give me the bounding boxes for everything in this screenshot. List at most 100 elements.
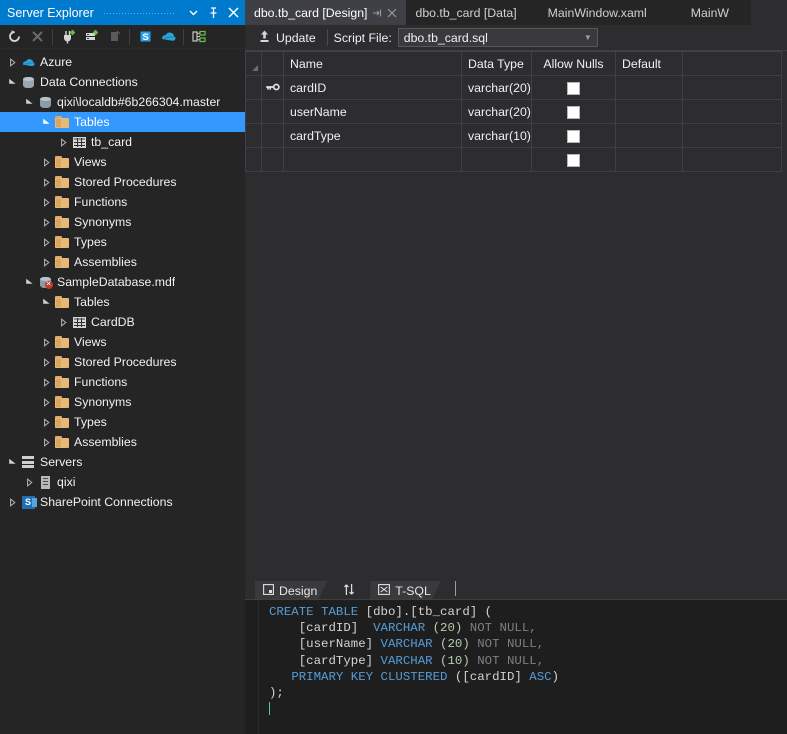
tree-node[interactable]: Types	[0, 232, 245, 252]
grid-row[interactable]: cardID varchar(20)	[245, 75, 782, 100]
tree-twisty-collapsed-icon[interactable]	[40, 172, 53, 192]
tree-node[interactable]: Views	[0, 152, 245, 172]
grid-corner-cell[interactable]	[245, 51, 262, 76]
pin-tab-icon[interactable]	[372, 8, 382, 18]
tsql-editor-pane[interactable]: CREATE TABLE [dbo].[tb_card] ( [cardID] …	[245, 600, 787, 734]
tree-node[interactable]: Assemblies	[0, 252, 245, 272]
tree-node[interactable]: Stored Procedures	[0, 172, 245, 192]
tree-twisty-collapsed-icon[interactable]	[40, 372, 53, 392]
tree-twisty-collapsed-icon[interactable]	[6, 52, 19, 72]
tree-twisty-expanded-icon[interactable]	[40, 292, 53, 312]
allow-nulls-checkbox[interactable]	[567, 129, 580, 143]
grid-row-selector[interactable]	[245, 147, 262, 172]
allow-nulls-checkbox[interactable]	[567, 153, 580, 167]
grid-cell-default[interactable]	[615, 75, 683, 100]
tree-node[interactable]: Data Connections	[0, 72, 245, 92]
tree-node[interactable]: Tables	[0, 292, 245, 312]
tree-node[interactable]: qixi\localdb#6b266304.master	[0, 92, 245, 112]
tree-twisty-collapsed-icon[interactable]	[57, 312, 70, 332]
tree-twisty-expanded-icon[interactable]	[6, 452, 19, 472]
close-icon[interactable]	[225, 4, 241, 22]
tree-node[interactable]: Types	[0, 412, 245, 432]
grid-cell-allow-nulls[interactable]	[531, 147, 616, 172]
grid-cell-name[interactable]: cardID	[283, 75, 462, 100]
document-tab[interactable]: dbo.tb_card [Design]	[245, 0, 407, 25]
tree-node[interactable]: CardDB	[0, 312, 245, 332]
tree-twisty-collapsed-icon[interactable]	[40, 212, 53, 232]
tree-twisty-collapsed-icon[interactable]	[40, 152, 53, 172]
grid-cell-default[interactable]	[615, 123, 683, 148]
grid-cell-allow-nulls[interactable]	[531, 99, 616, 124]
tree-node[interactable]: Views	[0, 332, 245, 352]
tree-node[interactable]: S SharePoint Connections	[0, 492, 245, 512]
grid-row[interactable]	[245, 147, 782, 172]
tree-twisty-collapsed-icon[interactable]	[40, 352, 53, 372]
sharepoint-connection-button[interactable]: S	[134, 26, 156, 47]
grid-cell-allow-nulls[interactable]	[531, 75, 616, 100]
tree-twisty-collapsed-icon[interactable]	[40, 412, 53, 432]
tree-twisty-expanded-icon[interactable]	[6, 72, 19, 92]
allow-nulls-checkbox[interactable]	[567, 81, 580, 95]
document-tab[interactable]: MainW	[668, 0, 752, 25]
grid-cell-name[interactable]: userName	[283, 99, 462, 124]
tree-node[interactable]: Stored Procedures	[0, 352, 245, 372]
tree-twisty-collapsed-icon[interactable]	[40, 392, 53, 412]
tree-node[interactable]: Tables	[0, 112, 245, 132]
grid-row-selector[interactable]	[245, 123, 262, 148]
tree-node[interactable]: Functions	[0, 372, 245, 392]
tree-node[interactable]: Synonyms	[0, 212, 245, 232]
tree-node[interactable]: Servers	[0, 452, 245, 472]
tree-node[interactable]: Assemblies	[0, 432, 245, 452]
columns-grid[interactable]: Name Data Type Allow Nulls Default cardID var…	[245, 51, 782, 172]
add-server-button[interactable]	[80, 26, 102, 47]
tree-twisty-collapsed-icon[interactable]	[6, 492, 19, 512]
tree-node[interactable]: ✕ SampleDatabase.mdf	[0, 272, 245, 292]
object-hierarchy-button[interactable]	[188, 26, 210, 47]
tsql-code[interactable]: CREATE TABLE [dbo].[tb_card] ( [cardID] …	[259, 600, 787, 734]
grid-cell-datatype[interactable]: varchar(20)	[461, 75, 532, 100]
tree-twisty-collapsed-icon[interactable]	[40, 252, 53, 272]
tree-twisty-collapsed-icon[interactable]	[40, 192, 53, 212]
grid-cell-name[interactable]: cardType	[283, 123, 462, 148]
tree-twisty-expanded-icon[interactable]	[40, 112, 53, 132]
grid-cell-datatype[interactable]	[461, 147, 532, 172]
script-file-dropdown[interactable]: dbo.tb_card.sql ▼	[397, 28, 598, 47]
tree-twisty-collapsed-icon[interactable]	[40, 332, 53, 352]
grid-column-header[interactable]: Default	[615, 51, 683, 76]
allow-nulls-checkbox[interactable]	[567, 105, 580, 119]
tree-twisty-collapsed-icon[interactable]	[57, 132, 70, 152]
tree-node[interactable]: Azure	[0, 52, 245, 72]
grid-row[interactable]: cardType varchar(10)	[245, 123, 782, 148]
server-explorer-tree[interactable]: Azure Data Connections qixi\localdb#6b2663…	[0, 49, 245, 734]
chevron-down-icon[interactable]	[185, 4, 201, 22]
pane-tab[interactable]: T-SQL	[370, 581, 441, 600]
grid-cell-datatype[interactable]: varchar(10)	[461, 123, 532, 148]
grid-cell-default[interactable]	[615, 147, 683, 172]
pin-icon[interactable]	[205, 4, 221, 22]
tree-twisty-collapsed-icon[interactable]	[23, 472, 36, 492]
grid-cell-allow-nulls[interactable]	[531, 123, 616, 148]
tree-twisty-expanded-icon[interactable]	[23, 272, 36, 292]
grid-row-selector[interactable]	[245, 75, 262, 100]
document-tab-strip[interactable]: dbo.tb_card [Design] dbo.tb_card [Data] Ma…	[245, 0, 787, 25]
grid-cell-name[interactable]	[283, 147, 462, 172]
designer-pane-tabs[interactable]: Design T-SQL	[245, 576, 787, 600]
tree-twisty-collapsed-icon[interactable]	[40, 232, 53, 252]
tree-node[interactable]: qixi	[0, 472, 245, 492]
grid-cell-default[interactable]	[615, 99, 683, 124]
tree-twisty-collapsed-icon[interactable]	[40, 432, 53, 452]
grid-column-header[interactable]: Data Type	[461, 51, 532, 76]
document-tab[interactable]: dbo.tb_card [Data]	[406, 0, 526, 25]
azure-connection-button[interactable]	[157, 26, 179, 47]
grid-cell-datatype[interactable]: varchar(20)	[461, 99, 532, 124]
grid-row-selector[interactable]	[245, 99, 262, 124]
pane-tab[interactable]: Design	[255, 581, 327, 600]
grid-column-header[interactable]: Allow Nulls	[531, 51, 616, 76]
tree-node[interactable]: tb_card	[0, 132, 245, 152]
document-tab[interactable]: MainWindow.xaml	[525, 0, 669, 25]
tree-node[interactable]: Functions	[0, 192, 245, 212]
tree-node[interactable]: Synonyms	[0, 392, 245, 412]
close-tab-icon[interactable]	[387, 8, 397, 18]
grid-row[interactable]: userName varchar(20)	[245, 99, 782, 124]
tree-twisty-expanded-icon[interactable]	[23, 92, 36, 112]
